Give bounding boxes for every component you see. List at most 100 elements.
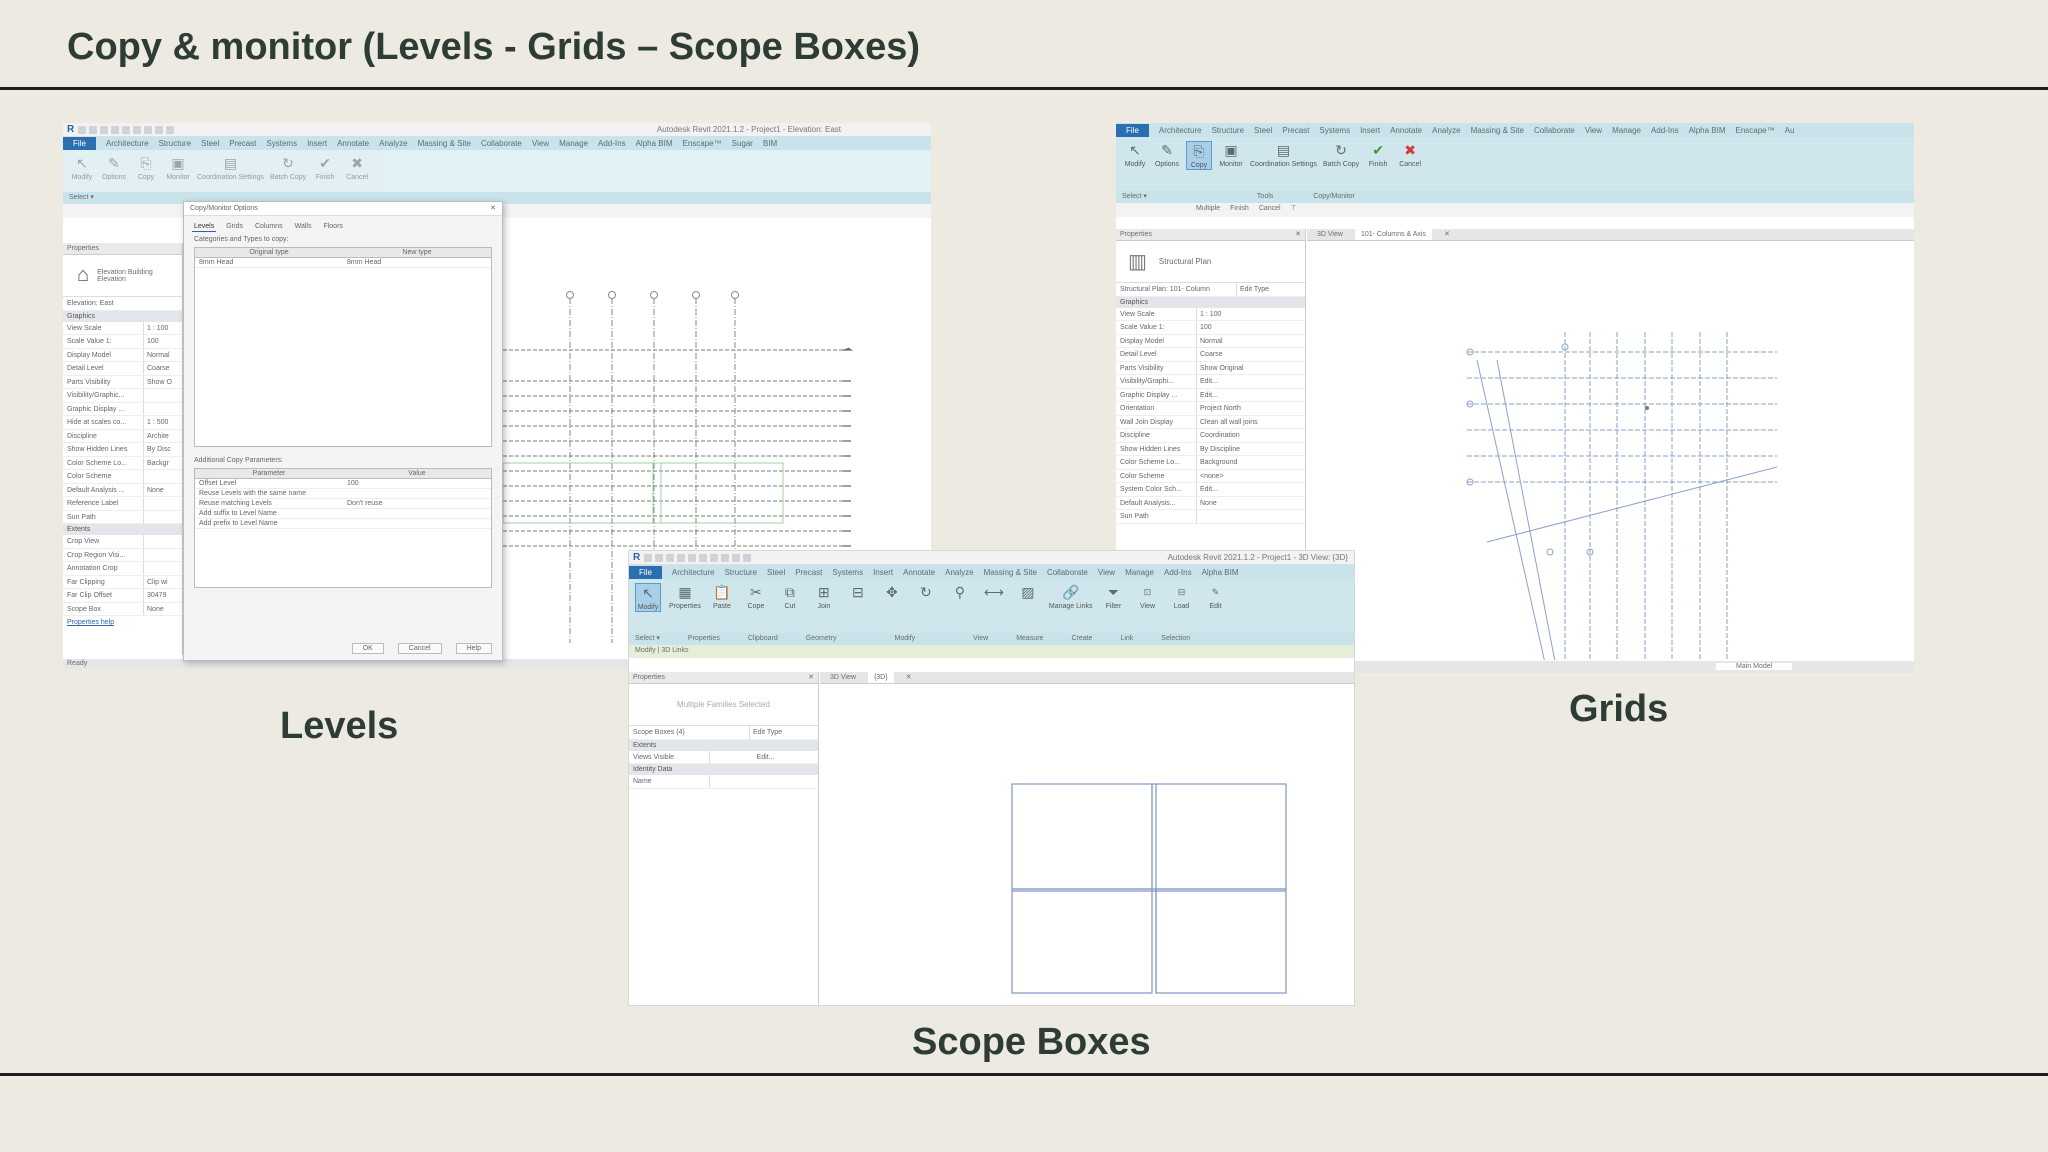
parameter-row[interactable]: Offset Level 100 <box>195 479 491 489</box>
property-row[interactable]: Far Clipping Clip wi <box>63 575 182 589</box>
rotate-tool[interactable]: ↻ <box>913 583 939 601</box>
close-icon[interactable]: ✕ <box>490 202 496 215</box>
property-value[interactable] <box>143 470 182 483</box>
tab-massing[interactable]: Massing & Site <box>1471 126 1524 135</box>
modify-button[interactable]: ↖ Modify <box>635 583 661 612</box>
property-value[interactable]: Show Original <box>1196 361 1305 374</box>
property-row[interactable]: Detail Level Coarse <box>1116 348 1305 362</box>
property-value[interactable] <box>143 402 182 415</box>
tab-collaborate[interactable]: Collaborate <box>481 139 522 148</box>
parameter-value[interactable] <box>343 509 491 518</box>
property-row[interactable]: Scope Box None <box>63 602 182 616</box>
properties-button[interactable]: ▦ Properties <box>669 583 701 611</box>
property-row[interactable]: Color Scheme <box>63 470 182 484</box>
property-value[interactable]: Coordination <box>1196 429 1305 442</box>
property-row[interactable]: Graphic Display ... Edit... <box>1116 388 1305 402</box>
options-button[interactable]: ✎ Options <box>101 154 127 182</box>
tab-massing[interactable]: Massing & Site <box>984 568 1037 577</box>
property-row[interactable]: Parts Visibility Show O <box>63 375 182 389</box>
property-value[interactable]: Backgr <box>143 456 182 469</box>
property-row[interactable]: Show Hidden Lines By Disc <box>63 443 182 457</box>
property-value[interactable]: 30479 <box>143 589 182 602</box>
property-value[interactable]: 1 : 100 <box>1196 307 1305 320</box>
tab-systems[interactable]: Systems <box>1319 126 1350 135</box>
ok-button[interactable]: OK <box>351 643 384 654</box>
edit-type-button[interactable]: Edit Type <box>749 726 818 739</box>
tab-addins[interactable]: Add-Ins <box>1164 568 1192 577</box>
instance-selector[interactable]: Elevation: East <box>63 297 182 311</box>
view-tab-3d[interactable]: 3D View <box>1311 229 1349 240</box>
tab-annotate[interactable]: Annotate <box>1390 126 1422 135</box>
tab-structure[interactable]: Structure <box>1212 126 1244 135</box>
quick-access-toolbar[interactable] <box>78 125 175 134</box>
type-selector[interactable]: ⌂ Elevation Building Elevation <box>63 255 182 297</box>
parameter-row[interactable]: Reuse Levels with the same name <box>195 489 491 499</box>
tab-insert[interactable]: Insert <box>307 139 327 148</box>
property-value[interactable] <box>143 389 182 402</box>
tab-analyze[interactable]: Analyze <box>379 139 407 148</box>
parameter-value[interactable] <box>343 489 491 498</box>
tab-manage[interactable]: Manage <box>1612 126 1641 135</box>
property-row[interactable]: Orientation Project North <box>1116 402 1305 416</box>
measure-tool[interactable]: ⟷ <box>981 583 1007 601</box>
property-row[interactable]: Reference Label <box>63 497 182 511</box>
property-value[interactable]: Edit... <box>1196 375 1305 388</box>
pin-tool[interactable]: ⚲ <box>947 583 973 601</box>
finish-option[interactable]: Finish <box>1230 203 1249 217</box>
tab-architecture[interactable]: Architecture <box>1159 126 1202 135</box>
cancel-button[interactable]: Cancel <box>397 643 442 654</box>
finish-button[interactable]: ✔ Finish <box>312 154 338 182</box>
property-value[interactable]: Normal <box>1196 334 1305 347</box>
property-row[interactable]: Color Scheme Lo... Background <box>1116 456 1305 470</box>
tab-file[interactable]: File <box>1116 123 1149 137</box>
tab-structure[interactable]: Structure <box>159 139 191 148</box>
cancel-option[interactable]: Cancel <box>1259 203 1281 217</box>
property-row[interactable]: Far Clip Offset 30479 <box>63 589 182 603</box>
tab-floors[interactable]: Floors <box>321 222 344 232</box>
name-field[interactable] <box>709 775 818 788</box>
tab-addins[interactable]: Add-Ins <box>598 139 626 148</box>
tab-insert[interactable]: Insert <box>1360 126 1380 135</box>
table-row[interactable]: 8mm Head 8mm Head <box>195 258 491 268</box>
property-row[interactable]: Annotation Crop <box>63 562 182 576</box>
finish-button[interactable]: ✔ Finish <box>1365 141 1391 169</box>
select-dropdown[interactable]: Select ▾ <box>69 192 94 204</box>
tab-view[interactable]: View <box>532 139 549 148</box>
manage-links-button[interactable]: 🔗 Manage Links <box>1049 583 1093 611</box>
tab-precast[interactable]: Precast <box>1282 126 1309 135</box>
property-row[interactable]: Show Hidden Lines By Discipline <box>1116 442 1305 456</box>
tab-columns[interactable]: Columns <box>253 222 285 232</box>
type-selector[interactable]: Multiple Families Selected <box>629 684 818 726</box>
view-tab-3d[interactable]: 3D View <box>824 672 862 683</box>
property-value[interactable]: None <box>1196 496 1305 509</box>
property-row[interactable]: Parts Visibility Show Original <box>1116 361 1305 375</box>
batch-copy-button[interactable]: ↻ Batch Copy <box>1323 141 1359 169</box>
property-value[interactable]: 1 : 500 <box>143 416 182 429</box>
property-value[interactable]: Project North <box>1196 402 1305 415</box>
property-row[interactable]: Crop View <box>63 535 182 549</box>
property-row[interactable]: Graphic Display ... <box>63 402 182 416</box>
join-button[interactable]: ⊞ Join <box>811 583 837 611</box>
tab-manage[interactable]: Manage <box>559 139 588 148</box>
tab-precast[interactable]: Precast <box>795 568 822 577</box>
tab-view[interactable]: View <box>1585 126 1602 135</box>
copy-button[interactable]: ⎘ Copy <box>133 154 159 182</box>
property-value[interactable]: 1 : 100 <box>143 321 182 334</box>
property-row[interactable]: Color Scheme <none> <box>1116 469 1305 483</box>
property-value[interactable]: By Discipline <box>1196 442 1305 455</box>
property-row[interactable]: System Color Sch... Edit... <box>1116 483 1305 497</box>
property-value[interactable]: None <box>143 602 182 615</box>
property-row[interactable]: Scale Value 1: 100 <box>1116 321 1305 335</box>
filter-button[interactable]: ⏷ Filter <box>1101 583 1127 611</box>
tab-au[interactable]: Au <box>1785 126 1795 135</box>
property-value[interactable]: By Disc <box>143 443 182 456</box>
tab-bim[interactable]: BIM <box>763 139 777 148</box>
properties-help-link[interactable]: Properties help <box>67 619 114 626</box>
tab-file[interactable]: File <box>63 137 96 150</box>
property-value[interactable]: 100 <box>1196 321 1305 334</box>
view-tab-columns-axis[interactable]: 101- Columns & Axis <box>1354 229 1432 240</box>
property-row[interactable]: Sun Path <box>1116 510 1305 524</box>
selection-view-button[interactable]: ⊡ View <box>1135 583 1161 611</box>
parameter-value[interactable] <box>343 519 491 528</box>
property-value[interactable]: Normal <box>143 348 182 361</box>
